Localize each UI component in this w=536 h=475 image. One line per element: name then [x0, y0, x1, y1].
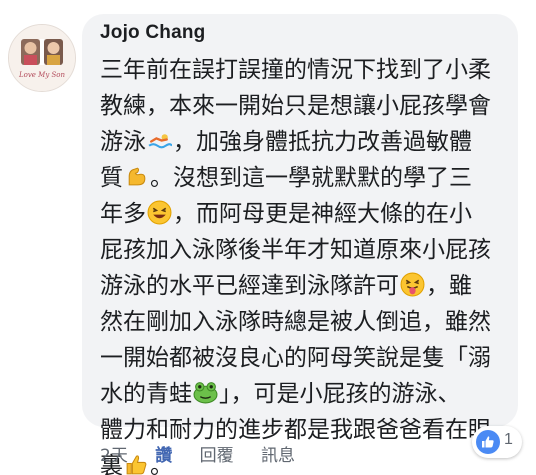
avatar[interactable]: Love My Son [8, 24, 76, 92]
frog-face-icon [193, 382, 218, 404]
comment-line: 一開始都被沒良心的阿母笑說是隻「溺 [100, 345, 491, 371]
comment-line: 水的青蛙 」，可是小屁孩的游泳、 [100, 381, 461, 407]
laughing-face-icon [147, 200, 172, 225]
avatar-photo: Love My Son [9, 25, 75, 91]
comment-line: 游泳的水平已經達到泳隊許可 ，雖 [100, 272, 472, 299]
comment-line: 三年前在誤打誤撞的情況下找到了小柔 [100, 57, 491, 83]
message-button[interactable]: 訊息 [261, 441, 295, 466]
comment-line: 游泳 ，加強身體抵抗力改善過敏體 [100, 129, 472, 155]
comment-line: 屁孩加入泳隊後半年才知道原來小屁孩 [100, 237, 491, 263]
flexed-biceps-icon [128, 167, 146, 186]
swimmer-icon [148, 134, 172, 149]
comment-timestamp[interactable]: 2天 [100, 441, 128, 466]
comment-line: 教練，本來一開始只是想讓小屁孩學會 [100, 93, 491, 119]
reaction-summary[interactable]: 1 [472, 426, 522, 458]
comment-body: 三年前在誤打誤撞的情況下找到了小柔 教練，本來一開始只是想讓小屁孩學會 游泳 ，加… [100, 52, 510, 475]
comment-line: 質。沒想到這一學就默默的學了三 [100, 165, 472, 191]
reply-button[interactable]: 回覆 [200, 441, 234, 466]
comment-line: 然在剛加入泳隊時總是被人倒追，雖然 [100, 309, 491, 335]
reaction-count: 1 [504, 431, 513, 448]
avatar-caption: Love My Son [18, 71, 66, 79]
comment-author[interactable]: Jojo Chang [100, 22, 205, 44]
like-button[interactable]: 讚 [155, 441, 172, 466]
comment-line: 年多 ，而阿母更是神經大條的在小 [100, 200, 472, 227]
tongue-wink-face-icon [400, 272, 425, 297]
like-reaction-icon [476, 430, 500, 454]
comment-actions: 2天 讚 回覆 訊息 [100, 441, 295, 466]
